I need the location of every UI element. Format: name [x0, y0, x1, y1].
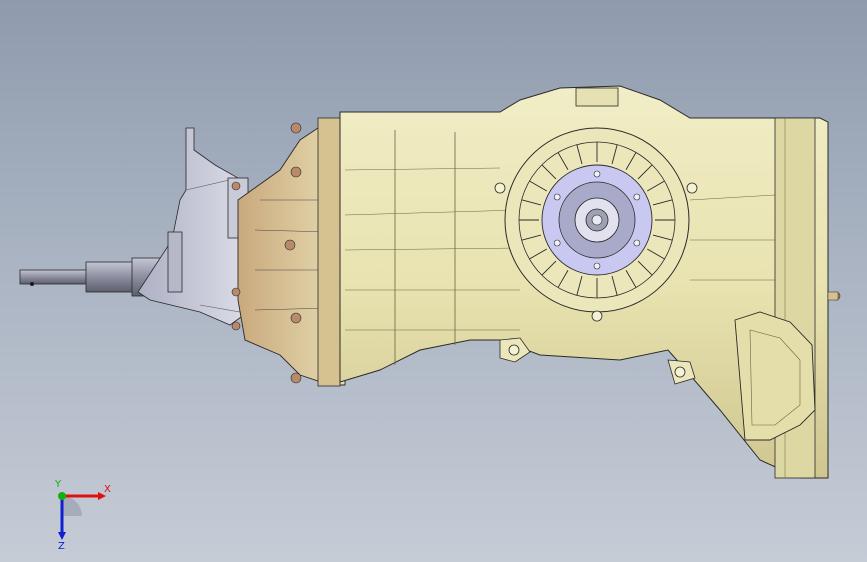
gearbox-3d-model[interactable] — [0, 0, 867, 562]
flange-bolt-hole — [593, 262, 601, 270]
flange-bolt-hole — [633, 193, 641, 201]
orientation-triad[interactable]: X Y Z — [40, 480, 120, 550]
z-axis-label: Z — [58, 541, 65, 550]
shifter-bracket[interactable] — [137, 127, 249, 326]
x-axis-label: X — [104, 484, 111, 495]
flange-bolt-hole — [553, 239, 561, 247]
flange-bolt-hole — [553, 193, 561, 201]
y-axis-label: Y — [54, 480, 62, 490]
cad-viewport[interactable]: X Y Z — [0, 0, 867, 562]
front-housing[interactable] — [237, 117, 346, 387]
triad-plane-icon — [62, 496, 82, 516]
y-axis-icon — [58, 492, 66, 500]
flange-bolt-hole — [593, 170, 601, 178]
flange-bolt-hole — [633, 239, 641, 247]
